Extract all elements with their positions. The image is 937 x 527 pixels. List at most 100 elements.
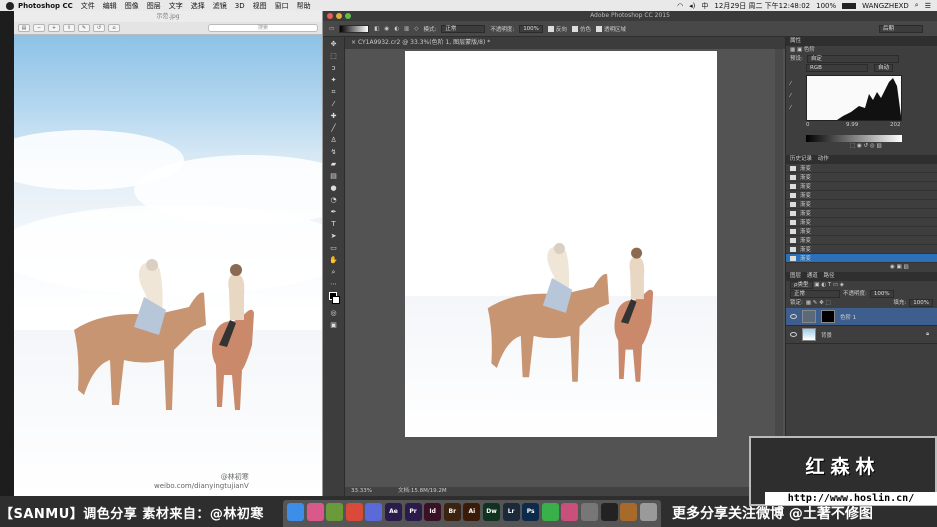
zoom-level[interactable]: 33.33% <box>351 487 372 496</box>
lock-icons[interactable]: ▦ ✎ ✥ ⬚ <box>806 299 831 308</box>
zoom-out-button[interactable]: − <box>33 24 45 32</box>
sidebar-toggle-button[interactable]: ▤ <box>18 24 30 32</box>
eraser-tool-icon[interactable]: ▰ <box>327 160 341 169</box>
auto-button[interactable]: 自动 <box>874 64 894 72</box>
clock[interactable]: 12月29日 周二 下午12:48:02 <box>714 1 810 11</box>
menu-filter[interactable]: 滤镜 <box>213 1 227 11</box>
filter-icons[interactable]: ▣ ◐ T ▭ ◈ <box>814 282 844 288</box>
illustrator-icon[interactable]: Ai <box>463 503 481 521</box>
eyedropper-black-icon[interactable]: ⁄ <box>790 81 791 87</box>
qq-icon[interactable] <box>600 503 618 521</box>
color-swatches[interactable] <box>327 292 341 306</box>
dither-checkbox[interactable]: 仿色 <box>571 25 591 33</box>
linear-gradient-icon[interactable]: ◧ <box>374 26 379 32</box>
menu-select[interactable]: 选择 <box>191 1 205 11</box>
document-tab[interactable]: × CY1A9932.cr2 @ 33.3%(色阶 1, 图层蒙版/8) * <box>345 37 785 49</box>
search-input[interactable]: 搜索 <box>208 24 318 32</box>
reset-icon[interactable]: ↺ <box>864 143 869 149</box>
mask-thumbnail[interactable] <box>821 310 835 323</box>
history-item[interactable]: 渐变 <box>786 227 937 236</box>
history-item[interactable]: 渐变 <box>786 209 937 218</box>
menu-app-name[interactable]: Photoshop CC <box>18 2 73 10</box>
close-tab-icon[interactable]: × <box>351 39 358 46</box>
menu-window[interactable]: 窗口 <box>275 1 289 11</box>
maximize-icon[interactable] <box>345 13 351 19</box>
wechat-icon[interactable] <box>541 503 559 521</box>
minimize-icon[interactable] <box>336 13 342 19</box>
gradient-tool-icon[interactable]: ▤ <box>327 172 341 181</box>
photoshop-icon[interactable]: Ps <box>522 503 540 521</box>
tab-paths[interactable]: 路径 <box>824 273 835 279</box>
gradient-tool-icon[interactable]: ▭ <box>329 26 334 32</box>
image-capture-icon[interactable] <box>581 503 598 521</box>
ime-indicator[interactable]: 中 <box>701 1 708 11</box>
input-white-value[interactable]: 202 <box>890 122 901 128</box>
input-black-value[interactable]: 0 <box>806 122 810 128</box>
spotlight-icon[interactable]: ⌕ <box>915 1 919 10</box>
eyedropper-tool-icon[interactable]: ⁄ <box>327 100 341 109</box>
delete-adjustment-icon[interactable]: ▥ <box>876 143 881 149</box>
brush-tool-icon[interactable]: ╱ <box>327 124 341 133</box>
pen-tool-icon[interactable]: ✒ <box>327 208 341 217</box>
dreamweaver-icon[interactable]: Dw <box>483 503 500 521</box>
lasso-tool-icon[interactable]: ↄ <box>327 64 341 73</box>
blur-tool-icon[interactable]: ● <box>327 184 341 193</box>
chrome-icon[interactable] <box>345 503 363 521</box>
blend-mode-select[interactable]: 正常 <box>790 290 840 298</box>
history-item[interactable]: 渐变 <box>786 182 937 191</box>
layer-row-background[interactable]: 背景 🔒︎ <box>786 326 937 344</box>
diamond-gradient-icon[interactable]: ◇ <box>414 26 418 32</box>
channel-select[interactable]: RGB <box>806 64 868 72</box>
user-name[interactable]: WANGZHEXD <box>862 2 909 10</box>
tab-history[interactable]: 历史记录 <box>790 156 812 162</box>
fill-input[interactable]: 100% <box>909 299 933 307</box>
apple-icon[interactable] <box>6 1 14 10</box>
healing-tool-icon[interactable]: ✚ <box>327 112 341 121</box>
menu-edit[interactable]: 编辑 <box>103 1 117 11</box>
layer-opacity-input[interactable]: 100% <box>869 290 894 298</box>
rotate-button[interactable]: ↺ <box>93 24 105 32</box>
mode-select[interactable]: 正常 <box>441 24 486 33</box>
edit-toolbar-button[interactable]: ⌂ <box>108 24 120 32</box>
history-item[interactable]: 渐变 <box>786 236 937 245</box>
history-item[interactable]: 渐变 <box>786 191 937 200</box>
eye-icon[interactable] <box>790 332 797 337</box>
premiere-icon[interactable]: Pr <box>404 503 422 521</box>
history-item[interactable]: 渐变 <box>786 164 937 173</box>
indesign-icon[interactable]: Id <box>424 503 442 521</box>
thunder-icon[interactable] <box>365 503 383 521</box>
screen-mode-icon[interactable]: ▣ <box>327 321 341 330</box>
workspace-select[interactable]: 后期 <box>879 24 923 33</box>
zoom-tool-icon[interactable]: ⌕ <box>327 268 341 277</box>
menu-3d[interactable]: 3D <box>235 2 245 10</box>
history-item[interactable]: 渐变 <box>786 200 937 209</box>
tab-channels[interactable]: 通道 <box>807 273 818 279</box>
history-item[interactable]: 渐变 <box>786 173 937 182</box>
markup-button[interactable]: ✎ <box>78 24 90 32</box>
eyedropper-gray-icon[interactable]: ⁄ <box>790 93 791 99</box>
menu-layer[interactable]: 图层 <box>147 1 161 11</box>
transparency-checkbox[interactable]: 透明区域 <box>595 25 626 33</box>
launchpad-icon[interactable] <box>306 503 324 521</box>
history-item[interactable]: 渐变 <box>786 245 937 254</box>
eye-icon[interactable] <box>790 314 797 319</box>
wifi-icon[interactable]: ◠ <box>677 2 683 10</box>
menu-type[interactable]: 文字 <box>169 1 183 11</box>
layer-row-levels[interactable]: 色阶 1 <box>786 308 937 326</box>
view-previous-icon[interactable]: ◎ <box>870 143 875 149</box>
eyedropper-white-icon[interactable]: ⁄ <box>790 105 791 111</box>
more-tools-icon[interactable]: ⋯ <box>327 280 341 289</box>
share-button[interactable]: ⇪ <box>63 24 75 32</box>
canvas-scrollbar[interactable] <box>775 49 783 483</box>
zoom-in-button[interactable]: + <box>48 24 60 32</box>
crop-tool-icon[interactable]: ⌗ <box>327 88 341 97</box>
gradient-picker[interactable] <box>339 24 370 33</box>
angle-gradient-icon[interactable]: ◐ <box>394 26 399 32</box>
battery-icon[interactable] <box>842 2 857 9</box>
tab-actions[interactable]: 动作 <box>818 156 829 162</box>
opacity-input[interactable]: 100% <box>519 24 543 33</box>
type-tool-icon[interactable]: T <box>327 220 341 229</box>
hand-tool-icon[interactable]: ✋ <box>327 256 341 265</box>
clip-icon[interactable]: ⬚ <box>850 143 855 149</box>
reflected-gradient-icon[interactable]: ▥ <box>404 26 409 32</box>
